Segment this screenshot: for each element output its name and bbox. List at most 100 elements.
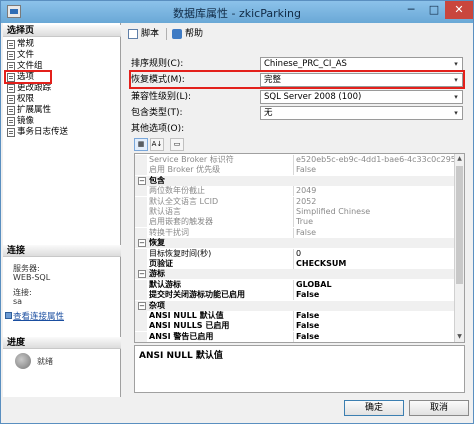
property-name: ANSI NULLS 已启用 (149, 321, 230, 331)
property-value[interactable]: CHECKSUM (293, 259, 455, 269)
help-label: 帮助 (185, 29, 204, 39)
sidebar-item-label: 扩展属性 (17, 105, 52, 115)
scroll-down-icon[interactable]: ▼ (455, 332, 464, 342)
grid-property-row[interactable]: ANSI NULLS 已启用 False (135, 321, 455, 332)
compatibility-level-select[interactable]: SQL Server 2008 (100) ▾ (260, 90, 463, 104)
grid-property-row[interactable]: 页验证 CHECKSUM (135, 259, 455, 269)
page-icon (7, 95, 15, 104)
property-name: 默认全文语言 LCID (149, 196, 219, 206)
grid-property-row[interactable]: 两位数年份截止 2049 (135, 186, 455, 197)
collapse-toggle-icon[interactable]: − (138, 301, 146, 310)
containment-type-value: 无 (264, 108, 273, 118)
script-icon (128, 29, 138, 39)
sidebar-item-label: 权限 (17, 94, 35, 104)
property-value[interactable]: False (293, 331, 455, 342)
sidebar-item-files[interactable]: 文件 (7, 50, 34, 61)
property-value[interactable]: False (293, 227, 455, 238)
sidebar-item-label: 常规 (17, 39, 35, 49)
sidebar-item-general[interactable]: 常规 (7, 39, 34, 50)
grid-property-row[interactable]: Service Broker 标识符 e520eb5c-eb9c-4dd1-bae… (135, 155, 455, 165)
row-gutter (135, 311, 147, 321)
property-value[interactable]: Simplified Chinese (293, 207, 455, 217)
sidebar-item-log-shipping[interactable]: 事务日志传送 (7, 127, 68, 138)
scroll-up-icon[interactable]: ▲ (455, 154, 464, 164)
grid-category-row[interactable]: − 杂项 (135, 300, 455, 311)
script-dropdown-icon[interactable]: ▾ (154, 27, 158, 36)
property-name: 提交时关闭游标功能已启用 (149, 290, 245, 300)
collapse-toggle-icon[interactable]: − (138, 270, 146, 279)
property-name: 默认语言 (149, 207, 181, 216)
compatibility-level-value: SQL Server 2008 (100) (264, 92, 362, 102)
property-value[interactable]: True (293, 217, 455, 228)
property-value[interactable]: False (293, 311, 455, 321)
property-value[interactable]: False (293, 321, 455, 332)
collation-value: Chinese_PRC_CI_AS (264, 59, 347, 69)
containment-type-select[interactable]: 无 ▾ (260, 106, 463, 120)
grid-category-row[interactable]: − 包含 (135, 175, 455, 186)
property-value[interactable]: 0 (293, 248, 455, 259)
categorized-view-icon[interactable]: ▦ (134, 138, 148, 151)
property-pages-icon[interactable]: ▭ (170, 138, 184, 151)
row-gutter (135, 196, 147, 207)
progress-spinner-icon (15, 353, 31, 369)
row-gutter (135, 331, 147, 342)
collation-select[interactable]: Chinese_PRC_CI_AS ▾ (260, 57, 463, 71)
collapse-toggle-icon[interactable]: − (138, 176, 146, 185)
grid-category-row[interactable]: − 恢复 (135, 238, 455, 249)
grid-property-row[interactable]: 默认语言 Simplified Chinese (135, 207, 455, 217)
row-gutter (135, 259, 147, 269)
grid-property-row[interactable]: 启用嵌套的触发器 True (135, 217, 455, 228)
row-gutter (135, 186, 147, 197)
progress-header: 进度 (3, 337, 121, 349)
sidebar-item-label: 文件 (17, 50, 35, 60)
sidebar-item-change-tracking[interactable]: 更改跟踪 (7, 83, 51, 94)
property-name: 启用嵌套的触发器 (149, 217, 213, 227)
options-property-grid[interactable]: ANSI 警告已启用 False ANSI NULLS 已启用 False ANSI N… (134, 153, 465, 343)
sidebar-item-extended-properties[interactable]: 扩展属性 (7, 105, 51, 116)
page-icon (7, 106, 15, 115)
dialog-footer: 确定 取消 (1, 397, 473, 423)
property-value[interactable]: 2052 (293, 196, 455, 207)
cancel-button[interactable]: 取消 (409, 400, 469, 416)
scroll-thumb[interactable] (456, 166, 463, 284)
maximize-button[interactable]: □ (423, 1, 445, 19)
collation-label: 排序规则(C): (131, 59, 184, 69)
grid-property-row[interactable]: ANSI NULL 默认值 False (135, 311, 455, 321)
property-name: 启用 Broker 优先级 (149, 165, 221, 175)
toolbar: 脚本 ▾ 帮助 (123, 25, 471, 43)
grid-category-row[interactable]: − 游标 (135, 269, 455, 280)
row-gutter (135, 290, 147, 301)
alphabetical-sort-icon[interactable]: A↓ (150, 138, 164, 151)
ok-button[interactable]: 确定 (344, 400, 404, 416)
row-gutter (135, 155, 147, 165)
sidebar-item-label: 事务日志传送 (17, 127, 69, 137)
grid-property-row[interactable]: 转换干扰词 False (135, 227, 455, 238)
view-connection-properties-link[interactable]: 查看连接属性 (13, 310, 64, 322)
property-value[interactable]: False (293, 290, 455, 301)
grid-scrollbar[interactable]: ▲ ▼ (454, 154, 464, 342)
property-value[interactable]: e520eb5c-eb9c-4dd1-bae6-4c33c0c295c4 (293, 155, 455, 165)
grid-property-row[interactable]: 目标恢复时间(秒) 0 (135, 248, 455, 259)
sidebar-item-mirroring[interactable]: 镜像 (7, 116, 34, 127)
grid-property-row[interactable]: ANSI 警告已启用 False (135, 331, 455, 342)
grid-property-row[interactable]: 默认游标 GLOBAL (135, 279, 455, 290)
sidebar-item-permissions[interactable]: 权限 (7, 94, 34, 105)
collapse-toggle-icon[interactable]: − (138, 239, 146, 248)
row-gutter (135, 207, 147, 217)
grid-property-row[interactable]: 提交时关闭游标功能已启用 False (135, 290, 455, 301)
grid-property-row[interactable]: 默认全文语言 LCID 2052 (135, 196, 455, 207)
other-options-label: 其他选项(O): (131, 124, 185, 134)
property-value[interactable]: False (293, 165, 455, 176)
page-icon (7, 51, 15, 60)
property-name: Service Broker 标识符 (149, 155, 234, 164)
property-name: ANSI NULL 默认值 (149, 311, 224, 320)
property-value[interactable]: GLOBAL (293, 279, 455, 290)
row-gutter (135, 248, 147, 259)
grid-property-row[interactable]: 启用 Broker 优先级 False (135, 165, 455, 176)
help-button[interactable]: 帮助 (171, 27, 203, 41)
minimize-button[interactable]: ─ (399, 1, 423, 19)
description-title: ANSI NULL 默认值 (139, 351, 223, 361)
property-value[interactable]: 2049 (293, 186, 455, 197)
close-button[interactable]: ✕ (445, 1, 473, 19)
page-icon (7, 128, 15, 137)
